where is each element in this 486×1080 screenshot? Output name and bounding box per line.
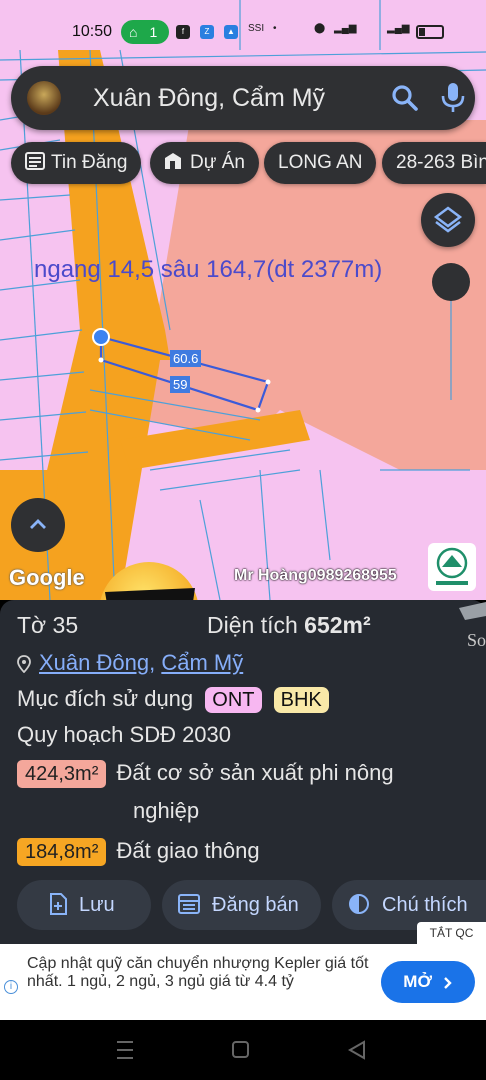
search-query[interactable]: Xuân Đông, Cẩm Mỹ [93,84,325,113]
ad-text: Cập nhật quỹ căn chuyển nhượng Kepler gi… [27,955,369,990]
purpose-label: Mục đích sử dụng [17,686,194,711]
map-pin[interactable] [432,263,470,301]
svg-text:So: So [467,630,486,650]
chip-province[interactable]: 28-263 Bìn [382,142,486,184]
status-bar: 10:50 ⌂ 1 f Z ▲ SSI • ⬤ ▂▄▆ ▂▄▆ [0,16,486,48]
dot-icon: • [273,23,277,34]
commune-link[interactable]: Xuân Đông [39,650,149,675]
parcel-title: Tờ 35 Diện tích 652m² [17,612,371,639]
area-value: 652m² [304,612,371,638]
plan-area: 184,8m² [17,838,107,866]
signal-icon: ▂▄▆ [334,23,357,34]
back-icon [347,1040,365,1060]
ssi-icon: SSI [248,23,265,34]
area-label: Diện tích [207,612,298,638]
avatar[interactable] [27,81,61,115]
search-bar[interactable]: Xuân Đông, Cẩm Mỹ [11,66,475,130]
chevron-right-icon [443,976,452,989]
ad-banner[interactable]: i Cập nhật quỹ căn chuyển nhượng Kepler … [0,944,486,1020]
location-status-icon: ⬤ [314,23,326,34]
microphone-icon[interactable] [439,80,467,114]
purpose-tag[interactable]: BHK [273,687,329,713]
plan-desc-cont: nghiệp [133,798,200,823]
chip-du-an[interactable]: Dự Án [150,142,259,184]
battery-icon [416,25,444,39]
recent-apps-icon [117,1041,133,1059]
info-panel: Tờ 35 Diện tích 652m² Xuân Đông, Cẩm Mỹ … [0,600,486,945]
search-icon[interactable] [389,82,421,114]
hide-ad-button[interactable]: TẮT QC [417,922,486,944]
chevron-up-icon [30,519,46,529]
brand-logo: So [459,602,486,650]
file-add-icon [50,892,67,915]
home-icon [232,1041,249,1058]
map-view[interactable]: 10:50 ⌂ 1 f Z ▲ SSI • ⬤ ▂▄▆ ▂▄▆ Xuân Đông… [0,0,486,600]
clock: 10:50 [72,23,113,40]
building-icon [165,152,181,169]
info-icon[interactable]: i [4,980,18,994]
newspaper-icon [25,151,45,170]
open-ad-button[interactable]: MỞ [381,961,475,1003]
chip-tin-dang[interactable]: Tin Đăng [11,142,142,184]
plan-label: Quy hoạch SDĐ 2030 [17,722,232,747]
plan-item: 424,3m² Đất cơ sở sản xuất phi nông [17,760,394,788]
google-logo: Google [9,565,85,590]
expand-up-button[interactable] [11,498,65,552]
list-icon [178,893,200,914]
hotspot-indicator: ⌂ 1 [121,20,169,44]
location-row: Xuân Đông, Cẩm Mỹ [17,650,243,676]
purpose-row: Mục đích sử dụng ONT BHK [17,686,329,713]
plan-desc: Đất giao thông [116,838,260,863]
current-location-dot[interactable] [92,328,110,346]
watermark-logo [428,543,476,591]
facebook-icon: f [176,25,190,39]
post-for-sale-button[interactable]: Đăng bán [162,880,321,930]
save-button[interactable]: Lưu [17,880,151,930]
layers-button[interactable] [421,193,475,247]
location-pin-icon [17,655,31,674]
district-link[interactable]: Cẩm Mỹ [161,650,243,675]
car-icon: ▲ [224,25,238,39]
purpose-tag[interactable]: ONT [205,687,262,713]
signal2-icon: ▂▄▆ [387,23,410,34]
plan-desc: Đất cơ sở sản xuất phi nông [116,760,394,785]
plan-item: 184,8m² Đất giao thông [17,838,260,866]
dimension-label: ngang 14,5 sâu 164,7(dt 2377m) [34,256,383,283]
measure-label-top: 60.6 [170,350,202,367]
zalo-icon: Z [200,25,214,39]
sheet-label: Tờ 35 [17,612,79,638]
layers-icon [433,206,463,233]
plan-area: 424,3m² [17,760,107,788]
chip-long-an[interactable]: LONG AN [264,142,377,184]
system-nav-bar [0,1020,486,1080]
contrast-icon [349,893,369,914]
measure-label-bottom: 59 [170,376,191,393]
watermark-text: Mr Hoàng0989268955 [234,567,397,584]
